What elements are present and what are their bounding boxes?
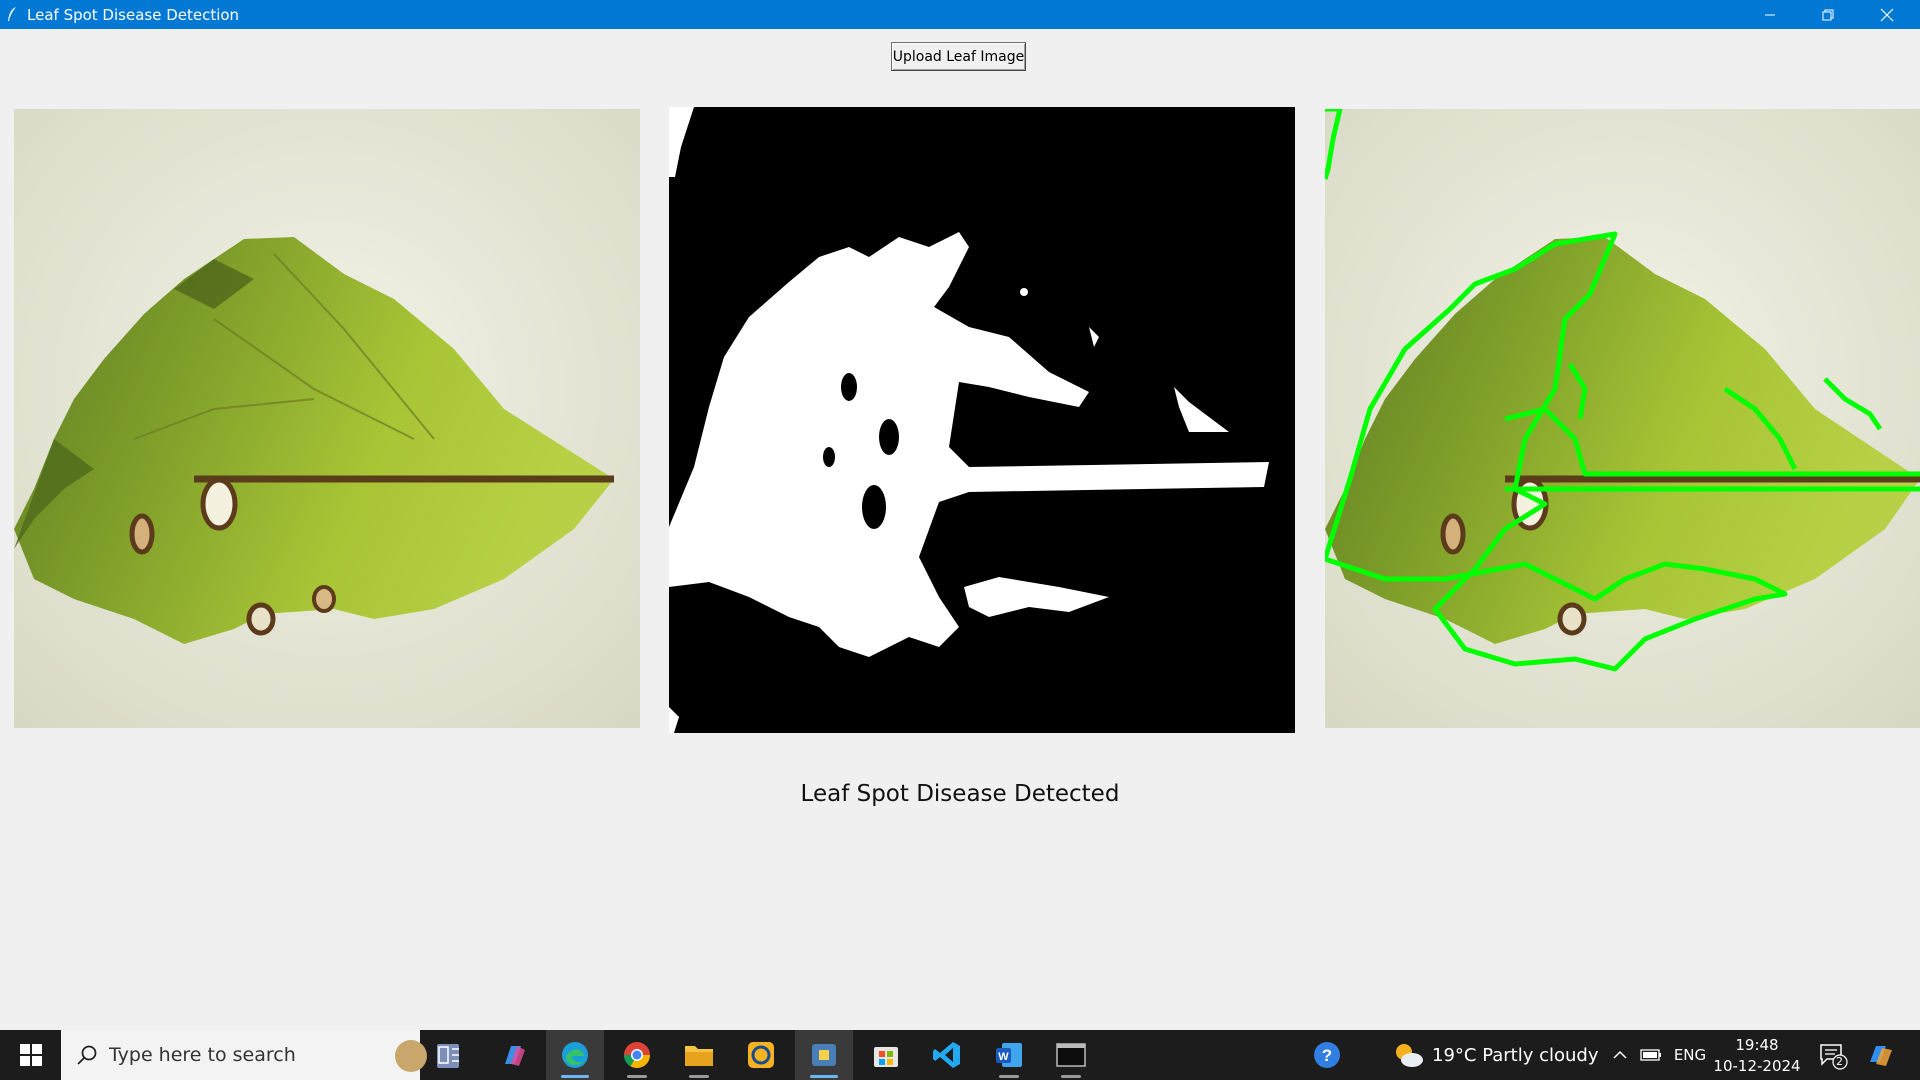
copilot-icon	[505, 1046, 525, 1066]
clock-time: 19:48	[1735, 1036, 1779, 1054]
search-icon	[77, 1045, 97, 1065]
taskbar-store[interactable]	[857, 1030, 915, 1080]
chevron-up-icon	[1613, 1050, 1627, 1059]
notification-icon	[1820, 1044, 1848, 1070]
upload-leaf-image-button[interactable]: Upload Leaf Image	[891, 42, 1026, 71]
taskbar-clock[interactable]: 19:48 10-12-2024	[1710, 1035, 1804, 1077]
file-explorer-icon	[685, 1046, 713, 1066]
segmentation-mask-image	[669, 107, 1295, 733]
taskbar-terminal[interactable]	[1042, 1030, 1100, 1080]
weather-widget[interactable]	[1390, 1030, 1426, 1080]
taskbar-search-box[interactable]: Type here to search	[61, 1030, 459, 1080]
language-label: ENG	[1673, 1046, 1707, 1064]
close-icon	[1880, 8, 1894, 21]
word-icon: W	[996, 1043, 1022, 1067]
taskbar-vscode[interactable]	[918, 1030, 976, 1080]
terminal-icon	[1056, 1043, 1086, 1067]
edge-icon	[562, 1042, 588, 1068]
notification-count: 2	[1836, 1055, 1843, 1068]
minimize-icon	[1765, 14, 1775, 15]
chrome-icon	[623, 1042, 651, 1069]
detection-result-label: Leaf Spot Disease Detected	[800, 781, 1120, 807]
close-button[interactable]	[1858, 0, 1916, 29]
battery-button[interactable]	[1637, 1030, 1665, 1080]
svg-text:W: W	[998, 1051, 1009, 1063]
taskbar-file-explorer[interactable]	[670, 1030, 728, 1080]
copilot-pre-icon	[1870, 1046, 1892, 1066]
help-button[interactable]: ?	[1310, 1030, 1346, 1080]
clock-date: 10-12-2024	[1713, 1057, 1801, 1075]
original-leaf-image	[14, 109, 640, 728]
taskbar: Type here to search W ? 19°C Partly clou…	[0, 1030, 1920, 1080]
help-icon: ?	[1314, 1042, 1340, 1068]
start-button[interactable]	[0, 1030, 61, 1080]
taskbar-word[interactable]: W	[980, 1030, 1038, 1080]
app-icon	[748, 1042, 774, 1068]
notification-center-button[interactable]: 2	[1815, 1030, 1851, 1080]
task-view-icon	[438, 1046, 459, 1064]
windows-icon	[19, 1044, 42, 1066]
taskbar-copilot[interactable]	[485, 1030, 543, 1080]
copilot-tray-button[interactable]	[1863, 1030, 1899, 1080]
contour-overlay-image	[1325, 109, 1920, 728]
restore-icon	[1822, 9, 1834, 20]
svg-text:?: ?	[1322, 1046, 1332, 1065]
language-indicator[interactable]: ENG	[1670, 1030, 1710, 1080]
title-bar: Leaf Spot Disease Detection	[0, 0, 1920, 29]
minimize-button[interactable]	[1741, 0, 1799, 29]
feather-icon	[8, 7, 16, 21]
python-icon	[812, 1044, 836, 1066]
weather-text[interactable]: 19°C Partly cloudy	[1432, 1045, 1599, 1066]
task-view-button[interactable]	[420, 1030, 478, 1080]
store-icon	[874, 1047, 898, 1067]
taskbar-chrome[interactable]	[608, 1030, 666, 1080]
partly-cloudy-icon	[1396, 1044, 1423, 1067]
search-placeholder: Type here to search	[109, 1044, 296, 1066]
vscode-icon	[933, 1042, 960, 1068]
show-hidden-icons-button[interactable]	[1605, 1030, 1635, 1080]
window-title: Leaf Spot Disease Detection	[27, 6, 240, 24]
taskbar-app[interactable]	[732, 1030, 790, 1080]
taskbar-edge[interactable]	[546, 1030, 604, 1080]
battery-icon	[1640, 1049, 1661, 1061]
taskbar-python[interactable]	[795, 1030, 853, 1080]
restore-button[interactable]	[1799, 0, 1857, 29]
